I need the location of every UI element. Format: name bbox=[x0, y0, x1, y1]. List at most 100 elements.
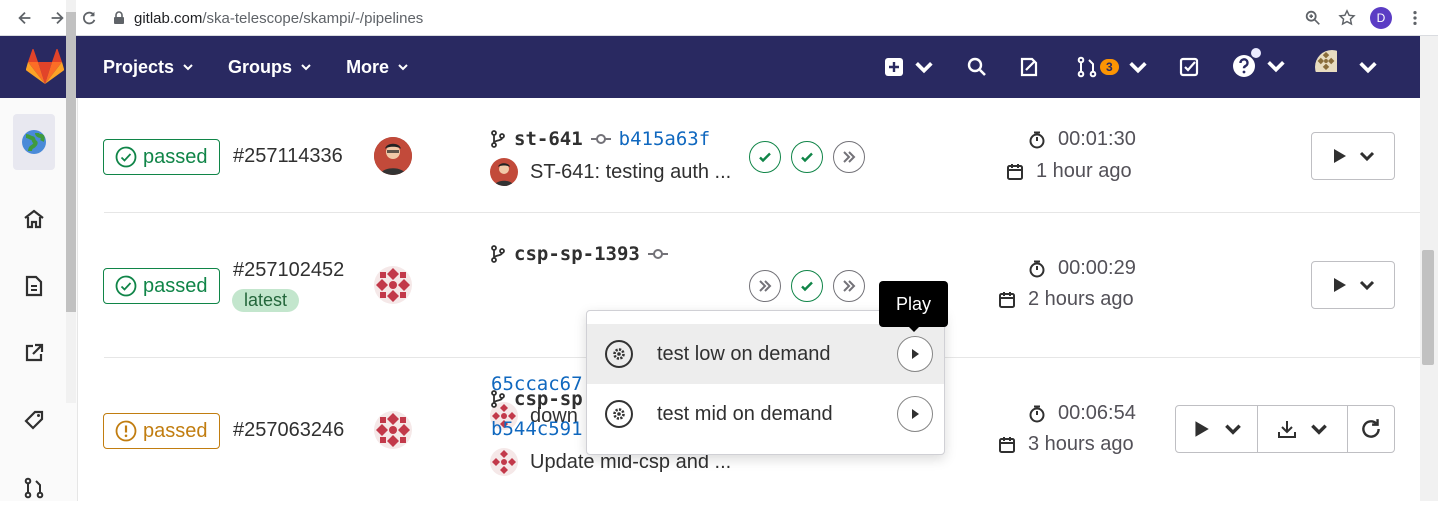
avatar[interactable] bbox=[374, 411, 412, 449]
pipeline-stages bbox=[749, 141, 865, 173]
play-tooltip: Play bbox=[879, 281, 948, 327]
play-icon bbox=[912, 409, 919, 419]
nav-projects[interactable]: Projects bbox=[103, 57, 194, 78]
calendar-icon bbox=[1007, 163, 1023, 180]
document-icon bbox=[25, 275, 43, 297]
status-label: passed bbox=[143, 419, 208, 442]
pipeline-duration: 00:01:30 bbox=[1028, 128, 1136, 151]
user-avatar bbox=[1315, 50, 1349, 84]
branch-ref[interactable]: csp-sp bbox=[490, 388, 583, 410]
pipeline-id-link[interactable]: #257102452 bbox=[233, 259, 344, 282]
status-label: passed bbox=[143, 274, 208, 297]
pipeline-id-link[interactable]: #257114336 bbox=[233, 145, 343, 168]
sidebar-item-external[interactable] bbox=[13, 325, 55, 381]
search-icon bbox=[967, 57, 986, 76]
help-button[interactable] bbox=[1231, 48, 1287, 79]
merge-requests-button[interactable]: 3 bbox=[1076, 56, 1149, 78]
todo-check-icon bbox=[1179, 57, 1199, 77]
timer-icon bbox=[1029, 405, 1045, 422]
issues-icon bbox=[1020, 57, 1038, 77]
stage-skipped-icon[interactable] bbox=[833, 141, 865, 173]
nav-more-label: More bbox=[346, 56, 390, 77]
chevron-down-icon bbox=[1310, 424, 1327, 435]
zoom-icon[interactable] bbox=[1302, 7, 1324, 29]
url-path: /ska-telescope/skampi/-/pipelines bbox=[202, 9, 424, 27]
commit-icon bbox=[590, 134, 611, 144]
manual-jobs-play-dropdown[interactable] bbox=[1311, 261, 1395, 309]
page-scrollbar-thumb[interactable] bbox=[1422, 250, 1434, 365]
chevron-down-icon bbox=[915, 62, 933, 74]
new-dropdown-button[interactable] bbox=[883, 56, 935, 78]
warning-circle-icon bbox=[115, 420, 137, 442]
check-circle-icon bbox=[115, 275, 137, 297]
play-job-button[interactable] bbox=[897, 396, 933, 432]
manual-job-item[interactable]: test low on demand bbox=[587, 324, 944, 384]
pipeline-finished: 2 hours ago bbox=[998, 288, 1134, 311]
finished-text: 1 hour ago bbox=[1036, 160, 1132, 182]
pipeline-duration: 00:06:54 bbox=[1028, 402, 1136, 425]
branch-ref[interactable]: csp-sp-1393 bbox=[490, 243, 668, 265]
stage-success-icon[interactable] bbox=[791, 141, 823, 173]
status-badge[interactable]: passed bbox=[103, 413, 220, 449]
sidebar-item-merge-requests[interactable] bbox=[13, 460, 55, 516]
user-menu-button[interactable] bbox=[1315, 50, 1379, 84]
chevron-down-icon bbox=[398, 64, 408, 71]
commit-sha-link[interactable]: b544c591 bbox=[491, 418, 583, 440]
manual-job-label: test low on demand bbox=[657, 342, 831, 365]
forward-arrow-icon[interactable] bbox=[46, 7, 68, 29]
stage-success-icon[interactable] bbox=[749, 141, 781, 173]
browser-menu-icon[interactable] bbox=[1404, 7, 1426, 29]
download-artifacts-dropdown[interactable] bbox=[1258, 406, 1348, 452]
status-badge[interactable]: passed bbox=[103, 268, 220, 304]
avatar[interactable] bbox=[374, 137, 412, 175]
nav-more[interactable]: More bbox=[346, 57, 409, 78]
status-label: passed bbox=[143, 145, 208, 168]
sidebar-scrollbar-thumb[interactable] bbox=[66, 12, 76, 312]
plus-square-icon bbox=[885, 58, 903, 76]
sidebar-item-project[interactable] bbox=[13, 114, 55, 170]
chevron-down-icon bbox=[1359, 62, 1377, 74]
todos-button[interactable] bbox=[1178, 56, 1200, 78]
manual-jobs-play-dropdown[interactable] bbox=[1176, 406, 1258, 452]
home-icon bbox=[24, 209, 44, 229]
search-button[interactable] bbox=[966, 56, 988, 78]
pipeline-id-link[interactable]: #257063246 bbox=[233, 419, 344, 442]
retry-button[interactable] bbox=[1348, 406, 1394, 452]
issues-button[interactable] bbox=[1018, 56, 1040, 78]
status-badge[interactable]: passed bbox=[103, 139, 220, 175]
branch-ref[interactable]: st-641 b415a63f bbox=[490, 128, 710, 150]
browser-toolbar: gitlab.com/ska-telescope/skampi/-/pipeli… bbox=[0, 0, 1438, 36]
avatar[interactable] bbox=[374, 266, 412, 304]
back-arrow-icon[interactable] bbox=[14, 7, 36, 29]
sidebar-item-repository[interactable] bbox=[13, 258, 55, 314]
pipeline-finished: 1 hour ago bbox=[1006, 160, 1132, 183]
reload-icon[interactable] bbox=[78, 7, 100, 29]
profile-avatar[interactable]: D bbox=[1370, 7, 1392, 29]
play-icon bbox=[1334, 278, 1346, 292]
gitlab-logo-icon[interactable] bbox=[26, 49, 64, 85]
stage-skipped-icon[interactable] bbox=[749, 270, 781, 302]
sidebar-item-labels[interactable] bbox=[13, 392, 55, 448]
manual-jobs-play-dropdown[interactable] bbox=[1311, 132, 1395, 180]
commit-title[interactable]: ST-641: testing auth ... bbox=[490, 158, 731, 186]
manual-job-item[interactable]: test mid on demand bbox=[587, 384, 944, 444]
play-job-button[interactable] bbox=[897, 336, 933, 372]
commit-icon bbox=[647, 249, 668, 259]
gear-icon bbox=[605, 340, 633, 368]
chevron-down-icon bbox=[183, 64, 193, 71]
sidebar-item-home[interactable] bbox=[13, 191, 55, 247]
nav-projects-label: Projects bbox=[103, 56, 175, 77]
stage-skipped-icon[interactable] bbox=[833, 270, 865, 302]
commit-sha-link[interactable]: b415a63f bbox=[619, 128, 711, 150]
branch-name: csp-sp bbox=[514, 388, 583, 410]
nav-groups[interactable]: Groups bbox=[228, 57, 312, 78]
address-bar[interactable]: gitlab.com/ska-telescope/skampi/-/pipeli… bbox=[112, 4, 1426, 32]
duration-text: 00:00:29 bbox=[1058, 257, 1136, 279]
check-circle-icon bbox=[115, 146, 137, 168]
stage-success-icon[interactable] bbox=[791, 270, 823, 302]
gear-icon bbox=[605, 400, 633, 428]
play-icon bbox=[912, 349, 919, 359]
bookmark-star-icon[interactable] bbox=[1336, 7, 1358, 29]
pipeline-duration: 00:00:29 bbox=[1028, 257, 1136, 280]
manual-job-label: test mid on demand bbox=[657, 402, 833, 425]
